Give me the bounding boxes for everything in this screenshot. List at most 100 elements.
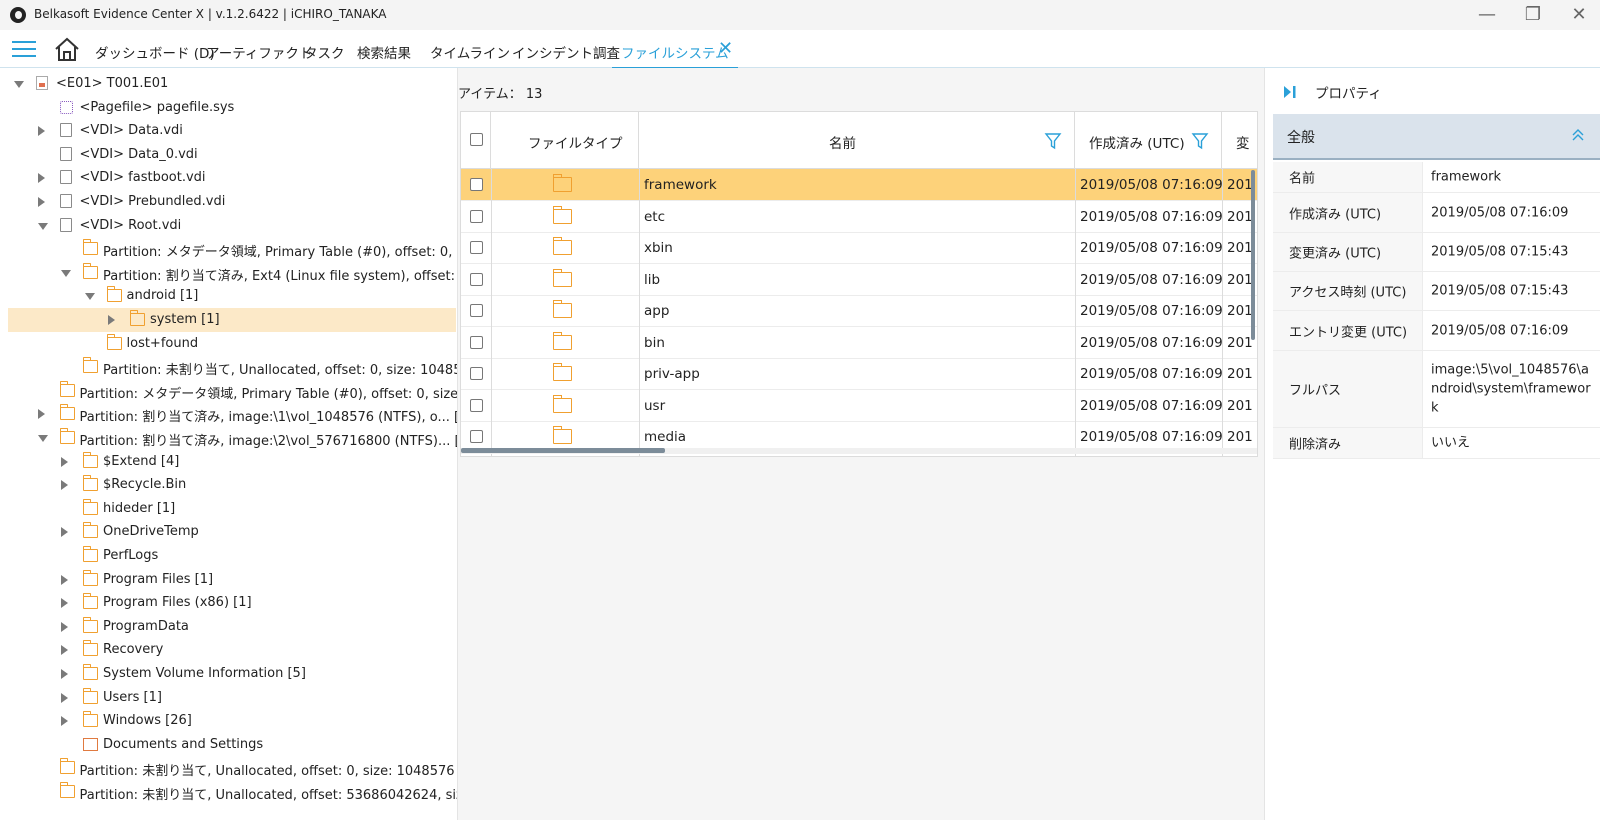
close-icon[interactable]: ✕ [1562, 3, 1596, 27]
collapsed-arrow-icon[interactable] [61, 456, 68, 467]
column-modified[interactable]: 変 [1222, 112, 1257, 168]
table-row[interactable]: priv-app 2019/05/08 07:16:09 201 [461, 358, 1257, 390]
column-name[interactable]: 名前 [639, 112, 1075, 168]
select-all-checkbox[interactable] [470, 133, 483, 146]
folder-icon [83, 522, 98, 539]
collapsed-arrow-icon[interactable] [61, 669, 68, 679]
tab-artifacts[interactable]: アーティファクト [206, 42, 312, 62]
row-checkbox[interactable] [470, 209, 483, 223]
tab-search-results[interactable]: 検索結果 [357, 42, 411, 62]
minimize-icon[interactable]: — [1470, 3, 1504, 27]
collapsed-arrow-icon[interactable] [61, 598, 68, 609]
collapsed-arrow-icon[interactable] [61, 527, 68, 538]
tree-item[interactable]: $Recycle.Bin [8, 473, 456, 497]
collapsed-arrow-icon[interactable] [61, 692, 68, 703]
tree-item[interactable]: $Extend [4] [8, 450, 456, 474]
tree-item[interactable]: System Volume Information [5] [8, 662, 456, 686]
collapsed-arrow-icon[interactable] [61, 480, 68, 491]
collapsed-arrow-icon[interactable] [108, 315, 115, 325]
collapsed-arrow-icon[interactable] [37, 409, 45, 420]
tree-item[interactable]: <VDI> fastboot.vdi [8, 166, 456, 190]
close-tab-icon[interactable]: ✕ [718, 40, 733, 58]
tree-item[interactable]: lost+found [8, 332, 456, 356]
expanded-arrow-icon[interactable] [14, 81, 24, 88]
table-row[interactable]: app 2019/05/08 07:16:09 201 [461, 295, 1257, 327]
tree-item[interactable]: <VDI> Data_0.vdi [8, 143, 456, 167]
filter-icon[interactable] [1191, 132, 1209, 150]
tab-timeline[interactable]: タイムライン [430, 42, 510, 62]
tab-incident-investigation[interactable]: インシデント調査 [512, 42, 620, 62]
collapsed-arrow-icon[interactable] [37, 173, 45, 184]
tree-item[interactable]: <E01> T001.E01 [8, 72, 456, 96]
row-checkbox[interactable] [470, 367, 483, 380]
tab-dashboard[interactable]: ダッシュボード (D) [95, 42, 215, 62]
row-checkbox[interactable] [470, 430, 483, 443]
tree-item[interactable]: Partition: 割り当て済み, image:\2\vol_57671680… [8, 426, 457, 450]
tree-item[interactable]: Program Files [1] [8, 568, 456, 592]
tab-filesystem[interactable]: ファイルシステム ✕ [612, 30, 738, 69]
row-checkbox[interactable] [470, 335, 483, 349]
tree-item[interactable]: Partition: 割り当て済み, image:\1\vol_1048576 … [8, 402, 457, 426]
collapsed-arrow-icon[interactable] [37, 126, 45, 137]
folder-icon [553, 268, 572, 287]
tree-item[interactable]: Documents and Settings [8, 733, 456, 757]
tree-item[interactable]: Partition: 未割り当て, Unallocated, offset: 0… [8, 756, 456, 780]
file-list-panel: アイテム： 13 ファイルタイプ 名前 作成済み (UTC) 変 framewo… [458, 68, 1264, 820]
collapsed-arrow-icon[interactable] [61, 645, 68, 656]
table-row[interactable]: etc 2019/05/08 07:16:09 201 [461, 201, 1257, 233]
expanded-arrow-icon[interactable] [84, 293, 95, 301]
tree-item[interactable]: <Pagefile> pagefile.sys [8, 96, 456, 120]
row-checkbox[interactable] [470, 304, 483, 317]
tree-item[interactable]: system [1] [8, 308, 456, 332]
general-group-header[interactable]: 全般 [1273, 114, 1600, 160]
expanded-arrow-icon[interactable] [37, 435, 48, 442]
row-checkbox[interactable] [470, 398, 483, 412]
tree-item[interactable]: android [1] [8, 284, 456, 308]
expanded-arrow-icon[interactable] [61, 269, 71, 277]
row-checkbox[interactable] [470, 241, 483, 254]
tree-item[interactable]: Partition: 未割り当て, Unallocated, offset: 5… [8, 780, 457, 804]
filter-icon[interactable] [1044, 132, 1062, 150]
tree-item[interactable]: hideder [1] [8, 497, 456, 521]
table-row[interactable]: xbin 2019/05/08 07:16:09 201 [461, 232, 1257, 264]
column-filetype[interactable]: ファイルタイプ [491, 112, 639, 168]
tree-item[interactable]: <VDI> Prebundled.vdi [8, 190, 456, 214]
hamburger-menu-icon[interactable] [12, 41, 36, 59]
table-row[interactable]: usr 2019/05/08 07:16:09 201 [461, 390, 1257, 422]
folder-icon [83, 498, 98, 515]
tree-item[interactable]: Recovery [8, 638, 456, 662]
property-key: フルパス [1273, 351, 1423, 427]
tree-item[interactable]: ProgramData [8, 615, 456, 639]
tab-tasks[interactable]: タスク [304, 42, 345, 62]
table-row[interactable]: bin 2019/05/08 07:16:09 201 [461, 327, 1257, 359]
tree-item[interactable]: Partition: 未割り当て, Unallocated, offset: 0… [8, 355, 457, 379]
tree-item[interactable]: Partition: メタデータ領域, Primary Table (#0), … [8, 237, 457, 261]
collapsed-arrow-icon[interactable] [37, 197, 45, 207]
tree-item[interactable]: <VDI> Data.vdi [8, 119, 456, 143]
tree-item[interactable]: <VDI> Root.vdi [8, 214, 456, 238]
collapsed-arrow-icon[interactable] [61, 716, 68, 727]
chevron-double-up-icon[interactable] [1571, 128, 1585, 142]
row-name: framework [644, 177, 717, 193]
tree-item[interactable]: Windows [26] [8, 709, 456, 733]
restore-icon[interactable]: ❐ [1516, 3, 1550, 27]
column-created[interactable]: 作成済み (UTC) [1075, 112, 1222, 168]
expanded-arrow-icon[interactable] [37, 222, 48, 230]
collapsed-arrow-icon[interactable] [61, 574, 68, 585]
row-checkbox[interactable] [470, 178, 483, 191]
tree-item[interactable]: Program Files (x86) [1] [8, 591, 456, 615]
collapsed-arrow-icon[interactable] [61, 621, 68, 632]
panel-toggle-icon[interactable] [1283, 85, 1297, 99]
tree-item[interactable]: Users [1] [8, 686, 456, 710]
table-row[interactable]: lib 2019/05/08 07:16:09 201 [461, 264, 1257, 296]
vertical-scroll-thumb[interactable] [1251, 170, 1255, 340]
row-checkbox[interactable] [470, 272, 483, 286]
home-icon[interactable] [53, 36, 81, 62]
table-row[interactable]: framework 2019/05/08 07:16:09 201 [461, 169, 1257, 201]
tree-item[interactable]: PerfLogs [8, 544, 456, 568]
tree-item[interactable]: Partition: メタデータ領域, Primary Table (#0), … [8, 379, 457, 403]
folder-icon [553, 237, 572, 255]
horizontal-scroll-thumb[interactable] [461, 448, 665, 453]
tree-item[interactable]: OneDriveTemp [8, 520, 456, 544]
tree-item[interactable]: Partition: 割り当て済み, Ext4 (Linux file syst… [8, 261, 457, 285]
